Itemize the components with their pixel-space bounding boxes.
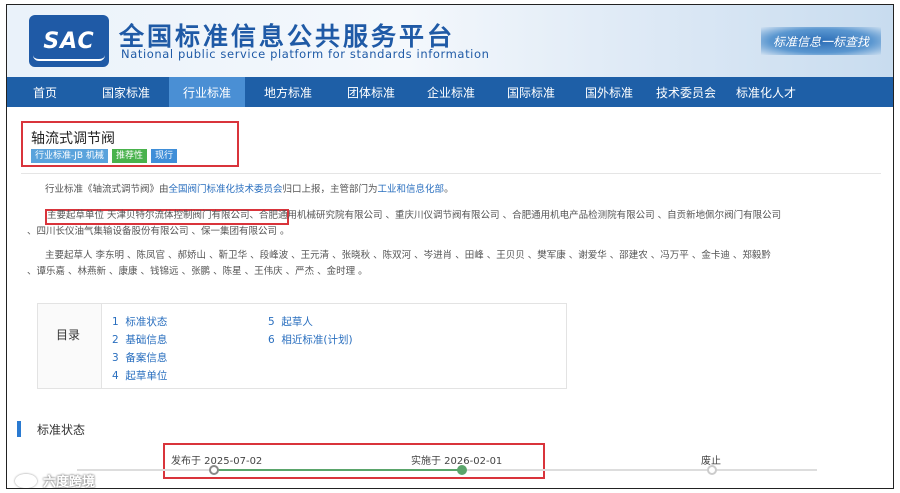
drafters-line2: 、谭乐嘉 、林燕新 、康康 、钱锦远 、张鹏 、陈星 、王伟庆 、严杰 、金时理… (27, 266, 368, 277)
watermark: 六度跨境 (15, 471, 96, 489)
nav-item-industry[interactable]: 行业标准 (169, 77, 245, 107)
toc-item-status[interactable]: 1 标准状态 (112, 314, 167, 329)
toc-label: 目录 (56, 328, 81, 342)
intro-suffix: 。 (444, 184, 454, 195)
table-of-contents: 目录 1 标准状态 2 基础信息 3 备案信息 4 起草单位 5 起草人 6 相… (37, 303, 567, 389)
tag-current: 现行 (150, 149, 177, 163)
drafting-units-first: 主要起草单位 天津贝特尔流体控制阀门有限公司 (47, 210, 250, 221)
standard-header-highlight: 轴流式调节阀 行业标准-JB 机械 推荐性 现行 (21, 121, 239, 167)
intro-prefix: 行业标准《轴流式调节阀》由 (45, 184, 169, 195)
watermark-text: 六度跨境 (43, 475, 96, 489)
nav-item-international[interactable]: 国际标准 (491, 77, 571, 107)
status-timeline-progress (215, 469, 463, 471)
logo-swoosh-icon (33, 55, 105, 61)
header-slogan: 标准信息一标查找 (761, 27, 881, 55)
intro-middle: 归口上报，主管部门为 (282, 184, 378, 195)
toc-item-drafters[interactable]: 5 起草人 (268, 314, 313, 329)
toc-item-basic-info[interactable]: 2 基础信息 (112, 332, 167, 347)
implemented-date: 实施于 2026-02-01 (411, 456, 503, 467)
sac-logo[interactable]: SAC (29, 15, 109, 67)
intro-paragraph: 行业标准《轴流式调节阀》由全国阀门标准化技术委员会归口上报，主管部门为工业和信息… (45, 182, 893, 198)
abolished-dot-icon (707, 465, 717, 475)
nav-item-committee[interactable]: 技术委员会 (647, 77, 725, 107)
nav-item-group[interactable]: 团体标准 (331, 77, 411, 107)
watermark-logo-icon (15, 473, 37, 488)
toc-item-similar-standards[interactable]: 6 相近标准(计划) (268, 332, 353, 347)
main-nav: 首页 国家标准 行业标准 地方标准 团体标准 企业标准 国际标准 国外标准 技术… (7, 77, 893, 107)
nav-item-foreign[interactable]: 国外标准 (571, 77, 647, 107)
nav-item-talent[interactable]: 标准化人才 (725, 77, 807, 107)
drafting-units-line1: 主要起草单位 天津贝特尔流体控制阀门有限公司、合肥通用机械研究院有限公司 、重庆… (47, 208, 893, 224)
nav-item-national[interactable]: 国家标准 (83, 77, 169, 107)
toc-item-filing-info[interactable]: 3 备案信息 (112, 350, 167, 365)
logo-text: SAC (43, 28, 95, 54)
published-date: 发布于 2025-07-02 (171, 456, 263, 467)
site-header: SAC 全国标准信息公共服务平台 National public service… (7, 5, 893, 77)
published-dot-icon (209, 465, 219, 475)
department-link[interactable]: 工业和信息化部 (378, 184, 445, 195)
drafters-line1: 主要起草人 李东明 、陈凤官 、郝娇山 、靳卫华 、段峰波 、王元清 、张晓秋 … (45, 250, 771, 261)
implemented-dot-icon (457, 465, 467, 475)
drafting-units-rest: 、合肥通用机械研究院有限公司 、重庆川仪调节阀有限公司 、合肥通用机电产品检测院… (249, 210, 782, 221)
tag-category: 行业标准-JB 机械 (31, 149, 108, 163)
tag-recommended: 推荐性 (111, 149, 147, 163)
site-subtitle: National public service platform for sta… (121, 47, 490, 61)
standard-tags: 行业标准-JB 机械 推荐性 现行 (31, 149, 177, 163)
nav-item-enterprise[interactable]: 企业标准 (411, 77, 491, 107)
nav-item-home[interactable]: 首页 (7, 77, 83, 107)
toc-item-drafting-units[interactable]: 4 起草单位 (112, 368, 167, 383)
status-heading: 标准状态 (37, 423, 86, 437)
drafting-units-line2: 、四川长仪油气集输设备股份有限公司 、保一集团有限公司 。 (27, 226, 290, 237)
section-divider (21, 173, 881, 174)
browser-frame: SAC 全国标准信息公共服务平台 National public service… (6, 4, 894, 489)
committee-link[interactable]: 全国阀门标准化技术委员会 (169, 184, 283, 195)
toc-label-cell: 目录 (38, 304, 102, 388)
section-marker (17, 421, 21, 437)
nav-item-local[interactable]: 地方标准 (245, 77, 331, 107)
standard-title: 轴流式调节阀 (31, 131, 115, 147)
